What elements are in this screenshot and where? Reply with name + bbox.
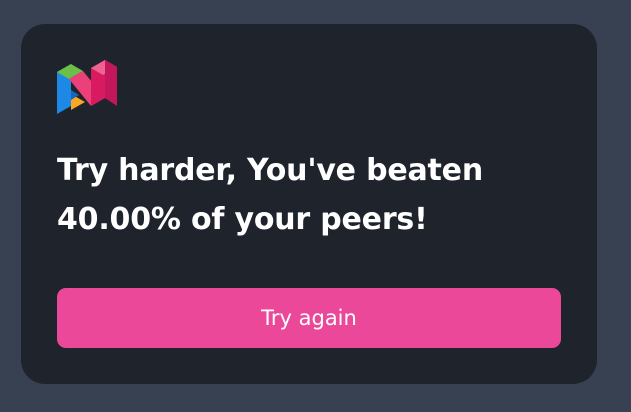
try-again-button[interactable]: Try again bbox=[57, 288, 561, 348]
result-card: Try harder, You've beaten 40.00% of your… bbox=[21, 24, 597, 384]
app-logo-icon bbox=[57, 60, 117, 114]
result-message: Try harder, You've beaten 40.00% of your… bbox=[57, 153, 483, 237]
